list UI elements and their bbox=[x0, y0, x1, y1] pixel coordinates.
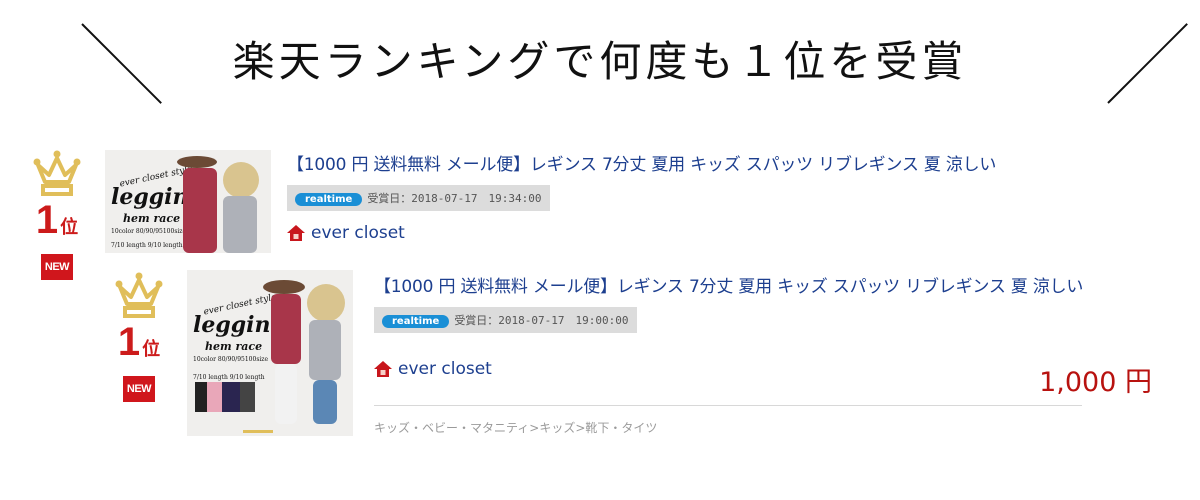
category-breadcrumb[interactable]: キッズ・ベビー・マタニティ>キッズ>靴下・タイツ bbox=[374, 419, 657, 436]
thumb-subtitle: hem race bbox=[205, 340, 263, 353]
product-info: 【1000 円 送料無料 メール便】レギンス 7分丈 夏用 キッズ スパッツ リ… bbox=[374, 272, 1174, 435]
hat-shape bbox=[263, 280, 305, 294]
rank-suffix: 位 bbox=[142, 339, 161, 360]
rank-number: 1 bbox=[117, 320, 141, 364]
award-date-box: realtime 受賞日：2018-07-17 19:00:00 bbox=[374, 307, 637, 333]
child-figure bbox=[223, 196, 257, 253]
crown-icon bbox=[27, 150, 87, 196]
rank-number: 1 bbox=[35, 198, 59, 242]
product-title-link[interactable]: 【1000 円 送料無料 メール便】レギンス 7分丈 夏用 キッズ スパッツ リ… bbox=[287, 150, 1117, 175]
rank-suffix: 位 bbox=[60, 217, 79, 238]
leggings-swatches bbox=[195, 382, 255, 412]
shop-link[interactable]: ever closet bbox=[287, 223, 1117, 243]
hat-shape bbox=[223, 162, 259, 198]
thumb-sizes: 10color 80/90/95100size bbox=[111, 228, 187, 235]
product-thumbnail[interactable]: ever closet style leggings hem race 10co… bbox=[105, 150, 271, 253]
realtime-badge: realtime bbox=[382, 315, 450, 328]
child-figure bbox=[271, 294, 301, 364]
shop-name: ever closet bbox=[398, 359, 492, 379]
thumb-sizes: 10color 80/90/95100size bbox=[193, 356, 269, 363]
divider bbox=[374, 405, 1082, 406]
child-figure bbox=[275, 364, 297, 424]
child-figure bbox=[183, 168, 217, 253]
rank-label: 1位 bbox=[109, 322, 169, 362]
thumb-subtitle: hem race bbox=[123, 212, 181, 225]
thumb-lengths: 7/10 length 9/10 length bbox=[111, 242, 183, 249]
award-date: 受賞日：2018-07-17 19:34:00 bbox=[367, 192, 542, 205]
page-heading: 楽天ランキングで何度も１位を受賞 bbox=[232, 37, 968, 86]
rank-label: 1位 bbox=[27, 200, 87, 240]
child-figure bbox=[309, 320, 341, 380]
realtime-badge: realtime bbox=[295, 193, 363, 206]
crown-icon bbox=[109, 272, 169, 318]
new-badge: NEW bbox=[123, 376, 155, 402]
decorative-bar bbox=[243, 430, 273, 433]
rank-column: 1位 NEW bbox=[27, 150, 87, 280]
shop-name: ever closet bbox=[311, 223, 405, 243]
new-badge: NEW bbox=[41, 254, 73, 280]
product-info: 【1000 円 送料無料 メール便】レギンス 7分丈 夏用 キッズ スパッツ リ… bbox=[287, 150, 1117, 243]
shop-home-icon bbox=[287, 225, 305, 241]
rank-column: 1位 NEW bbox=[109, 272, 169, 402]
award-date-box: realtime 受賞日：2018-07-17 19:34:00 bbox=[287, 185, 550, 211]
product-thumbnail[interactable]: ever closet style leggings hem race 10co… bbox=[187, 270, 353, 436]
product-price: 1,000 円 bbox=[1039, 367, 1152, 398]
thumb-lengths: 7/10 length 9/10 length bbox=[193, 374, 265, 381]
hat-shape bbox=[177, 156, 217, 168]
child-figure bbox=[313, 380, 337, 424]
shop-home-icon bbox=[374, 361, 392, 377]
award-date: 受賞日：2018-07-17 19:00:00 bbox=[454, 314, 629, 327]
hat-shape bbox=[307, 284, 345, 322]
product-title-link[interactable]: 【1000 円 送料無料 メール便】レギンス 7分丈 夏用 キッズ スパッツ リ… bbox=[374, 272, 1174, 297]
